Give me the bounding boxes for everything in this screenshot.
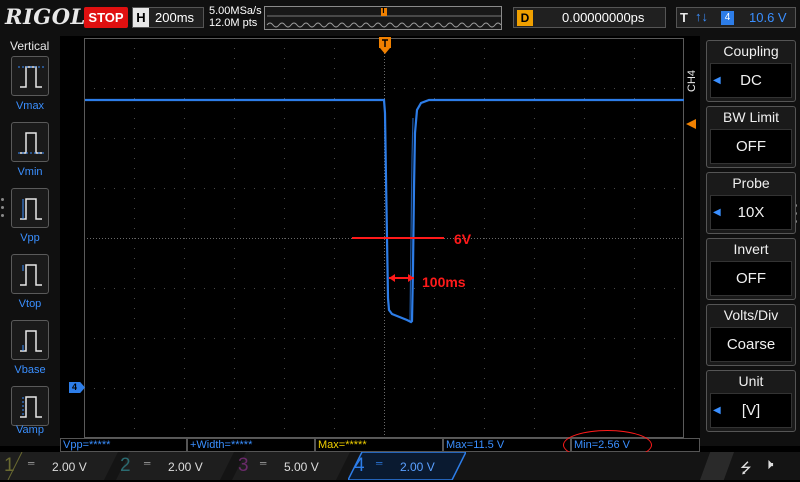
- vamp-label: Vamp: [16, 424, 44, 436]
- duration-annotation: 100ms: [422, 274, 466, 290]
- channel-3-scale: 5.00 V: [284, 460, 319, 474]
- channel-bar: 1 ═ 2.00 V 2 ═ 2.00 V 3 ═ 5.00 V 4 ═ 2.0…: [0, 452, 800, 480]
- horizontal-timebase[interactable]: H 200ms: [132, 7, 204, 28]
- channel-4-scale: 2.00 V: [400, 460, 435, 474]
- level-annotation: 6V: [454, 231, 472, 247]
- rising-falling-edge-icon: ↑↓: [695, 9, 708, 24]
- menu-bw-limit-title: BW Limit: [723, 109, 779, 125]
- sidebar-title: Vertical: [10, 39, 50, 53]
- waveform-display[interactable]: [84, 38, 684, 438]
- dc-coupling-icon: ═: [260, 458, 267, 468]
- arrow-left-icon: ◀: [713, 405, 721, 416]
- usb-icon: ⭍: [740, 460, 752, 476]
- channel-2-scale: 2.00 V: [168, 460, 203, 474]
- vmin-icon: [18, 132, 44, 154]
- channel-4-tab[interactable]: 4 ═ 2.00 V: [348, 452, 466, 480]
- channel-1-scale: 2.00 V: [52, 460, 87, 474]
- menu-probe-title: Probe: [732, 175, 770, 191]
- channel-3-number: 3: [238, 455, 249, 476]
- dc-coupling-icon: ═: [28, 458, 35, 468]
- menu-coupling[interactable]: Coupling DC ◀: [706, 40, 796, 102]
- timebase-value: 200ms: [155, 10, 195, 25]
- measure-sidebar: Vertical Vmax Vmin Vpp Vtop Vbase Vamp: [0, 36, 60, 446]
- brand-logo: RIGOL: [5, 4, 86, 29]
- channel-2-tab[interactable]: 2 ═ 2.00 V: [116, 452, 234, 480]
- scroll-indicator[interactable]: [1, 198, 6, 222]
- menu-probe[interactable]: Probe 10X ◀: [706, 172, 796, 234]
- channel-menu-tab: CH4: [686, 70, 698, 93]
- vmax-icon: [18, 66, 44, 88]
- memory-depth: 12.0M pts: [209, 17, 258, 29]
- arrow-left-icon: ◀: [713, 75, 721, 86]
- menu-volts-div-title: Volts/Div: [723, 307, 779, 323]
- trigger-level: 10.6 V: [749, 10, 787, 25]
- arrow-left-icon: ◀: [713, 207, 721, 218]
- menu-volts-div[interactable]: Volts/Div Coarse: [706, 304, 796, 366]
- menu-coupling-value: DC: [710, 63, 792, 98]
- menu-coupling-title: Coupling: [723, 43, 779, 59]
- acquisition-info: 5.00MSa/s 12.0M pts: [209, 5, 262, 29]
- menu-unit[interactable]: Unit [V] ◀: [706, 370, 796, 432]
- vmin-button[interactable]: [11, 122, 49, 162]
- measurement-width[interactable]: +Width=*****: [187, 438, 315, 452]
- dc-coupling-icon: ═: [144, 458, 151, 468]
- vbase-button[interactable]: [11, 320, 49, 360]
- measurement-max-ch3[interactable]: Max=*****: [315, 438, 443, 452]
- run-stop-button[interactable]: STOP: [84, 7, 128, 28]
- vamp-button[interactable]: [11, 386, 49, 426]
- trigger-time-marker[interactable]: [379, 37, 391, 55]
- trigger-settings[interactable]: T ↑↓ 4 10.6 V: [676, 7, 796, 28]
- menu-invert-title: Invert: [733, 241, 769, 257]
- channel-3-tab[interactable]: 3 ═ 5.00 V: [232, 452, 350, 480]
- channel-4-number: 4: [354, 455, 365, 476]
- sample-rate: 5.00MSa/s: [209, 5, 262, 17]
- vbase-label: Vbase: [14, 364, 46, 376]
- channel-menu: Coupling DC ◀ BW Limit OFF Probe 10X ◀ I…: [700, 36, 800, 446]
- menu-volts-div-value: Coarse: [710, 327, 792, 362]
- top-status-bar: RIGOL STOP H 200ms 5.00MSa/s 12.0M pts T…: [0, 0, 800, 36]
- memory-overview: T: [264, 6, 502, 30]
- vmin-label: Vmin: [17, 166, 43, 178]
- trigger-source: 4: [721, 11, 734, 25]
- vtop-icon: [20, 264, 42, 286]
- dc-coupling-icon: ═: [376, 458, 383, 468]
- channel-2-number: 2: [120, 455, 131, 476]
- vpp-icon: [20, 198, 42, 220]
- ch4-offset-marker[interactable]: 4: [69, 382, 85, 393]
- vtop-label: Vtop: [18, 298, 42, 310]
- menu-bw-limit-value: OFF: [710, 129, 792, 164]
- speaker-mute-icon[interactable]: 🕨: [764, 456, 773, 473]
- menu-unit-title: Unit: [738, 373, 764, 389]
- trigger-label: T: [680, 10, 688, 25]
- menu-invert-value: OFF: [710, 261, 792, 296]
- vpp-button[interactable]: [11, 188, 49, 228]
- vmax-label: Vmax: [15, 100, 45, 112]
- menu-probe-value: 10X: [710, 195, 792, 230]
- delay-value: 0.00000000ps: [562, 10, 645, 25]
- vtop-button[interactable]: [11, 254, 49, 294]
- vmax-button[interactable]: [11, 56, 49, 96]
- menu-toggle-icon[interactable]: [700, 452, 734, 480]
- horizontal-label: H: [133, 8, 149, 27]
- measurement-vpp[interactable]: Vpp=*****: [60, 438, 187, 452]
- trigger-level-marker[interactable]: [686, 119, 696, 129]
- channel-1-number: 1: [4, 455, 15, 476]
- menu-bw-limit[interactable]: BW Limit OFF: [706, 106, 796, 168]
- menu-unit-value: [V]: [710, 393, 792, 428]
- vpp-label: Vpp: [20, 232, 40, 244]
- trigger-position-marker: T: [381, 6, 386, 15]
- horizontal-delay[interactable]: D 0.00000000ps: [513, 7, 666, 28]
- vbase-icon: [20, 330, 42, 352]
- vamp-icon: [20, 396, 42, 418]
- menu-invert[interactable]: Invert OFF: [706, 238, 796, 300]
- delay-label: D: [517, 10, 533, 26]
- measurement-max[interactable]: Max=11.5 V: [443, 438, 571, 452]
- channel-1-tab[interactable]: 1 ═ 2.00 V: [0, 452, 118, 480]
